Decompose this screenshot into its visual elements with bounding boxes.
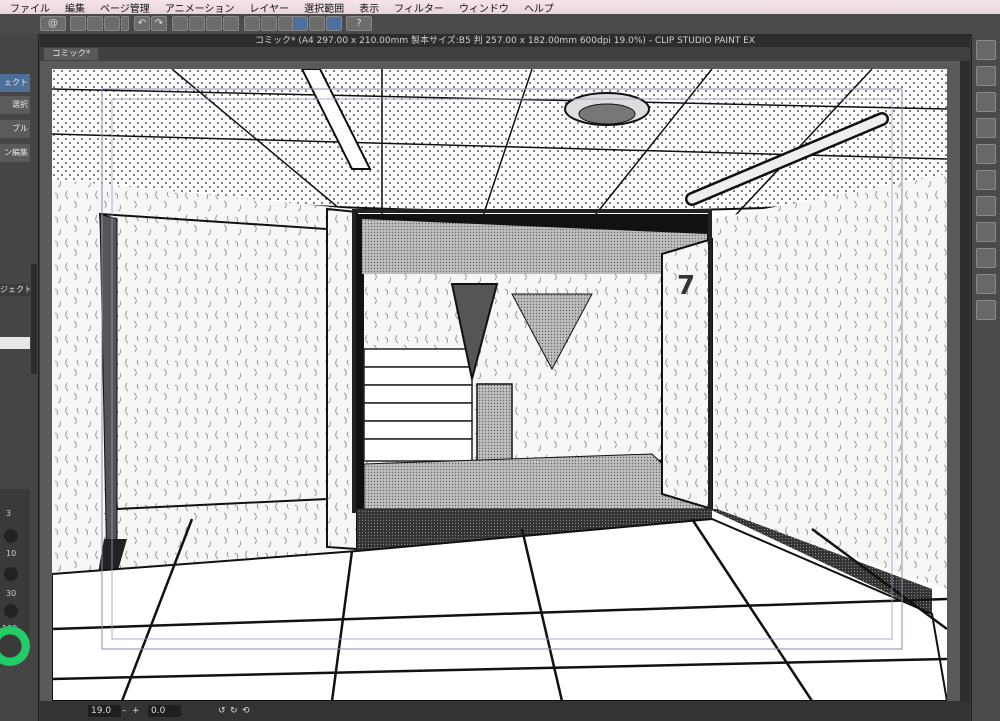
panel-item-edit[interactable]: ン編集 [0,144,30,162]
brush-size-3[interactable]: 3 [6,509,11,518]
brush-size-30[interactable]: 30 [6,589,16,598]
panel-icon-8[interactable] [976,222,996,242]
panel-item-select[interactable]: 選択 [0,96,30,114]
fill-icon[interactable] [206,16,222,31]
snap-icon[interactable] [292,16,308,31]
redo-icon[interactable]: ↷ [151,16,167,31]
ruler-icon[interactable] [244,16,260,31]
menu-file[interactable]: ファイル [4,0,59,15]
menu-selection[interactable]: 選択範囲 [298,0,353,15]
undo-icon[interactable]: ↶ [134,16,150,31]
layer-icon[interactable] [261,16,277,31]
panel-icon-2[interactable] [976,66,996,86]
save-menu-icon[interactable] [121,16,129,31]
tool-property-panel: ェクト 選択 ブル ン編集 ジェクト] 3 10 30 100 [0,34,39,721]
tab-comic[interactable]: コミック* [44,48,99,60]
deselect-icon[interactable] [189,16,205,31]
right-dock-panel [971,34,1000,721]
menu-layer[interactable]: レイヤー [243,0,298,15]
clear-icon[interactable] [223,16,239,31]
panel-icon-6[interactable] [976,170,996,190]
snap-ruler-icon[interactable] [309,16,325,31]
rotate-left-icon[interactable]: ↺ [218,705,228,717]
brush-size-10[interactable]: 10 [6,549,16,558]
brush-size-panel: 3 10 30 100 [0,489,30,639]
brush-dot[interactable] [4,604,18,618]
save-icon[interactable] [104,16,120,31]
command-bar: @ ↶ ↷ ? [0,14,1000,35]
panel-icon-1[interactable] [976,40,996,60]
reset-icon[interactable]: ⟲ [242,705,252,717]
menu-window[interactable]: ウィンドウ [453,0,518,15]
panel-scrollbar[interactable] [31,264,37,374]
zoom-in-icon[interactable]: + [132,705,142,717]
new-file-icon[interactable] [70,16,86,31]
panel-icon-10[interactable] [976,274,996,294]
panel-icon-9[interactable] [976,248,996,268]
tab-row: コミック* [40,47,970,61]
panel-icon-5[interactable] [976,144,996,164]
panel-sub-label: ジェクト] [0,284,30,296]
menu-edit[interactable]: 編集 [59,0,94,15]
floor-number: 7 [677,271,695,301]
clip-studio-icon[interactable]: @ [40,16,66,31]
drawing-canvas[interactable]: 7 [52,69,947,701]
panel-icon-7[interactable] [976,196,996,216]
dropdown-field[interactable] [0,337,30,349]
status-bar: 19.0 – + 0.0 ↺ ↻ ⟲ [40,701,970,721]
panel-icon-4[interactable] [976,118,996,138]
brush-dot[interactable] [4,567,18,581]
document-title: コミック* (A4 297.00 x 210.00mm 製本サイズ:B5 判 2… [40,35,970,47]
panel-icon-11[interactable] [976,300,996,320]
menu-bar: ファイル 編集 ページ管理 アニメーション レイヤー 選択範囲 表示 フィルター… [0,0,1000,15]
panel-icon-3[interactable] [976,92,996,112]
rotate-right-icon[interactable]: ↻ [230,705,240,717]
brush-dot[interactable] [4,529,18,543]
menu-filter[interactable]: フィルター [388,0,453,15]
menu-animation[interactable]: アニメーション [159,0,244,15]
manga-stairwell-drawing: 7 [52,69,947,701]
transform-icon[interactable] [172,16,188,31]
zoom-value[interactable]: 19.0 [88,705,121,717]
snap-perspective-icon[interactable] [326,16,342,31]
menu-view[interactable]: 表示 [353,0,388,15]
angle-value[interactable]: 0.0 [148,705,181,717]
open-folder-icon[interactable] [87,16,103,31]
zoom-out-icon[interactable]: – [122,705,132,717]
menu-help[interactable]: ヘルプ [518,0,563,15]
panel-item-object[interactable]: ェクト [0,74,30,92]
menu-page[interactable]: ページ管理 [94,0,159,15]
help-icon[interactable]: ? [346,16,372,31]
canvas-vertical-scrollbar[interactable] [960,61,970,701]
panel-item-table[interactable]: ブル [0,120,30,138]
